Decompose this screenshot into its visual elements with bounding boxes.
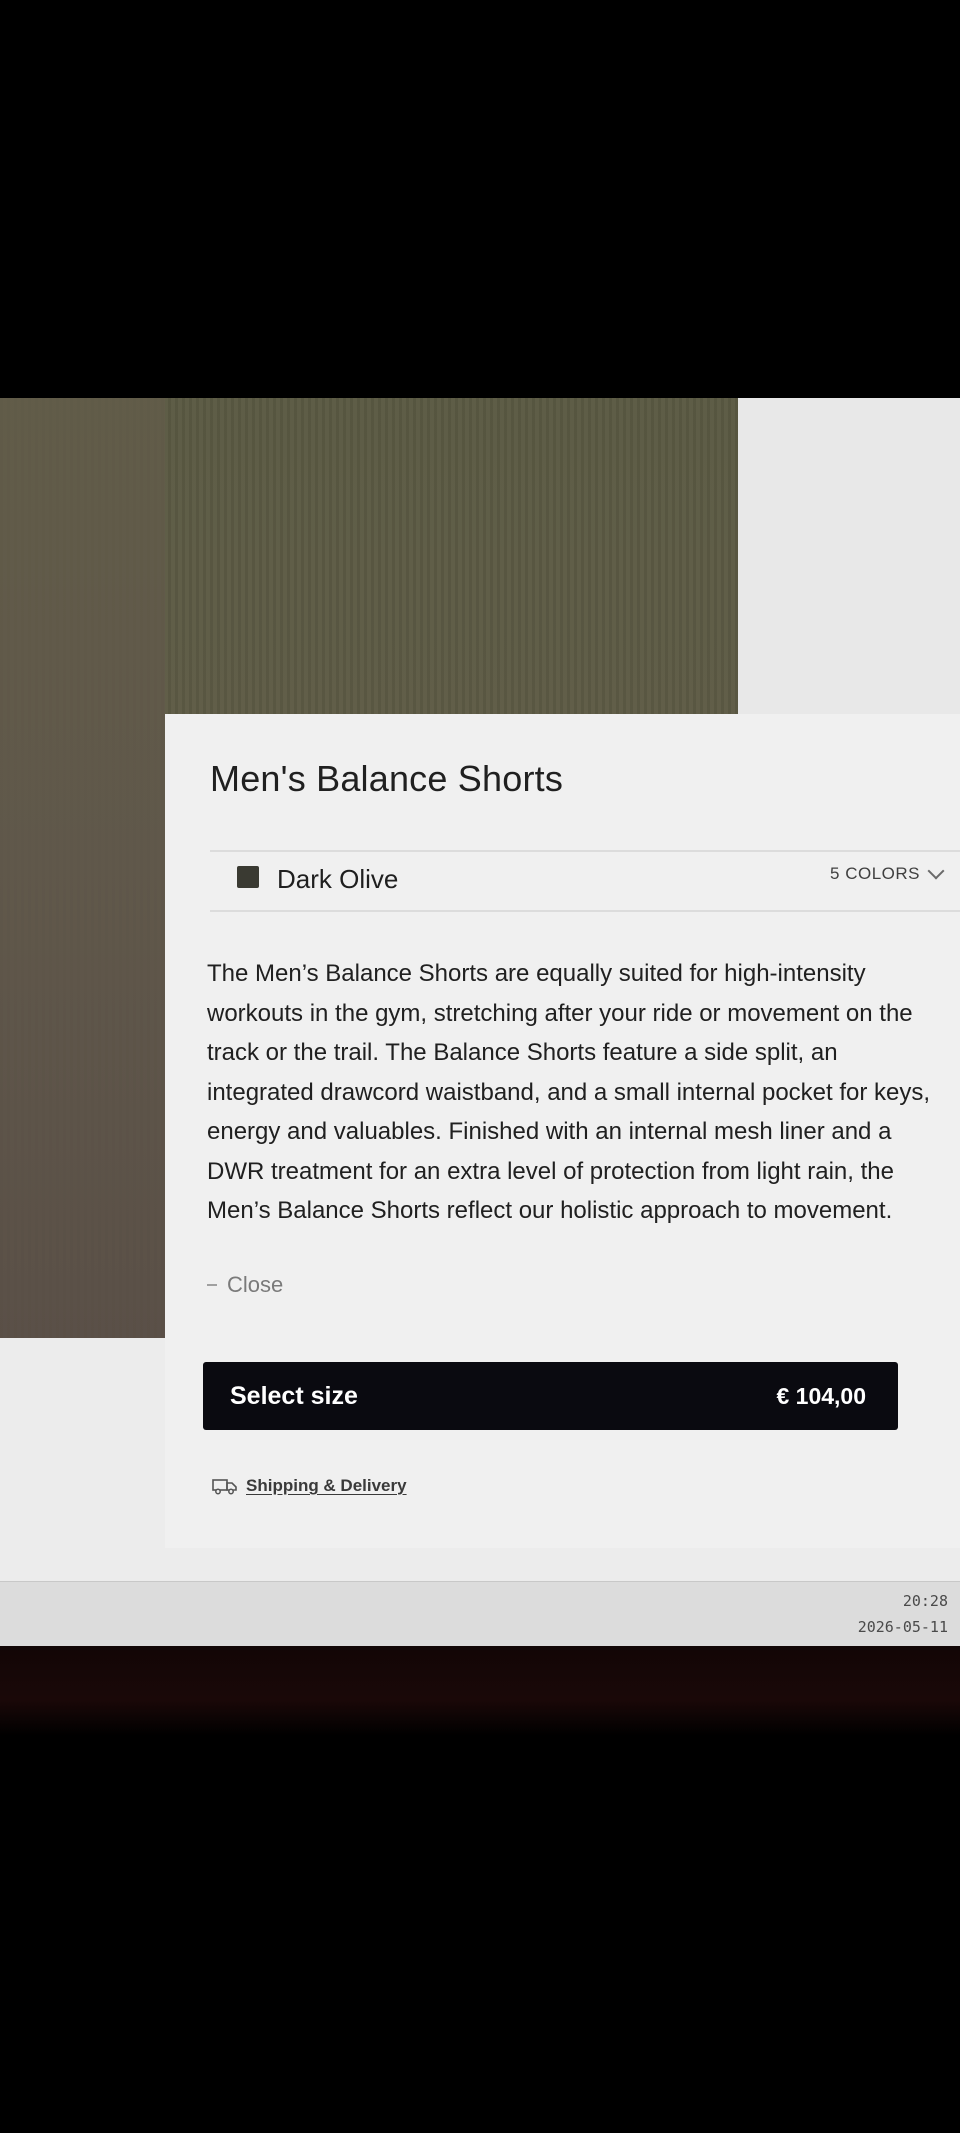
page-margin: [738, 398, 960, 718]
browser-screen: Men's Balance Shorts Dark Olive 5 COLORS…: [0, 398, 960, 1646]
truck-icon: [212, 1479, 237, 1495]
shipping-delivery-label: Shipping & Delivery: [246, 1476, 407, 1495]
minus-icon: [207, 1284, 217, 1286]
colors-count-label: 5 COLORS: [830, 864, 920, 883]
shipping-delivery-link[interactable]: Shipping & Delivery: [212, 1476, 407, 1496]
product-description: The Men’s Balance Shorts are equally sui…: [207, 960, 931, 1224]
divider: [210, 850, 960, 852]
product-info-panel: Men's Balance Shorts Dark Olive 5 COLORS…: [165, 714, 960, 1548]
close-label: Close: [227, 1272, 284, 1297]
divider: [210, 910, 960, 912]
clock-time: 20:28: [902, 1592, 948, 1610]
color-swatch: [237, 866, 259, 888]
close-description-link[interactable]: Close: [207, 1272, 283, 1298]
clock-date: 2026-05-11: [857, 1618, 948, 1636]
color-selector[interactable]: Dark Olive 5 COLORS: [237, 862, 945, 904]
select-size-label: Select size: [230, 1381, 358, 1410]
selected-color-name: Dark Olive: [277, 864, 399, 894]
select-size-button[interactable]: Select size € 104,00: [203, 1362, 898, 1430]
product-title: Men's Balance Shorts: [210, 758, 564, 799]
colors-dropdown[interactable]: 5 COLORS: [830, 862, 945, 884]
price-label: € 104,00: [776, 1382, 866, 1409]
monitor-bezel: [0, 1646, 960, 1736]
chevron-down-icon: [927, 862, 945, 880]
taskbar: 20:28 2026-05-11: [0, 1581, 960, 1646]
